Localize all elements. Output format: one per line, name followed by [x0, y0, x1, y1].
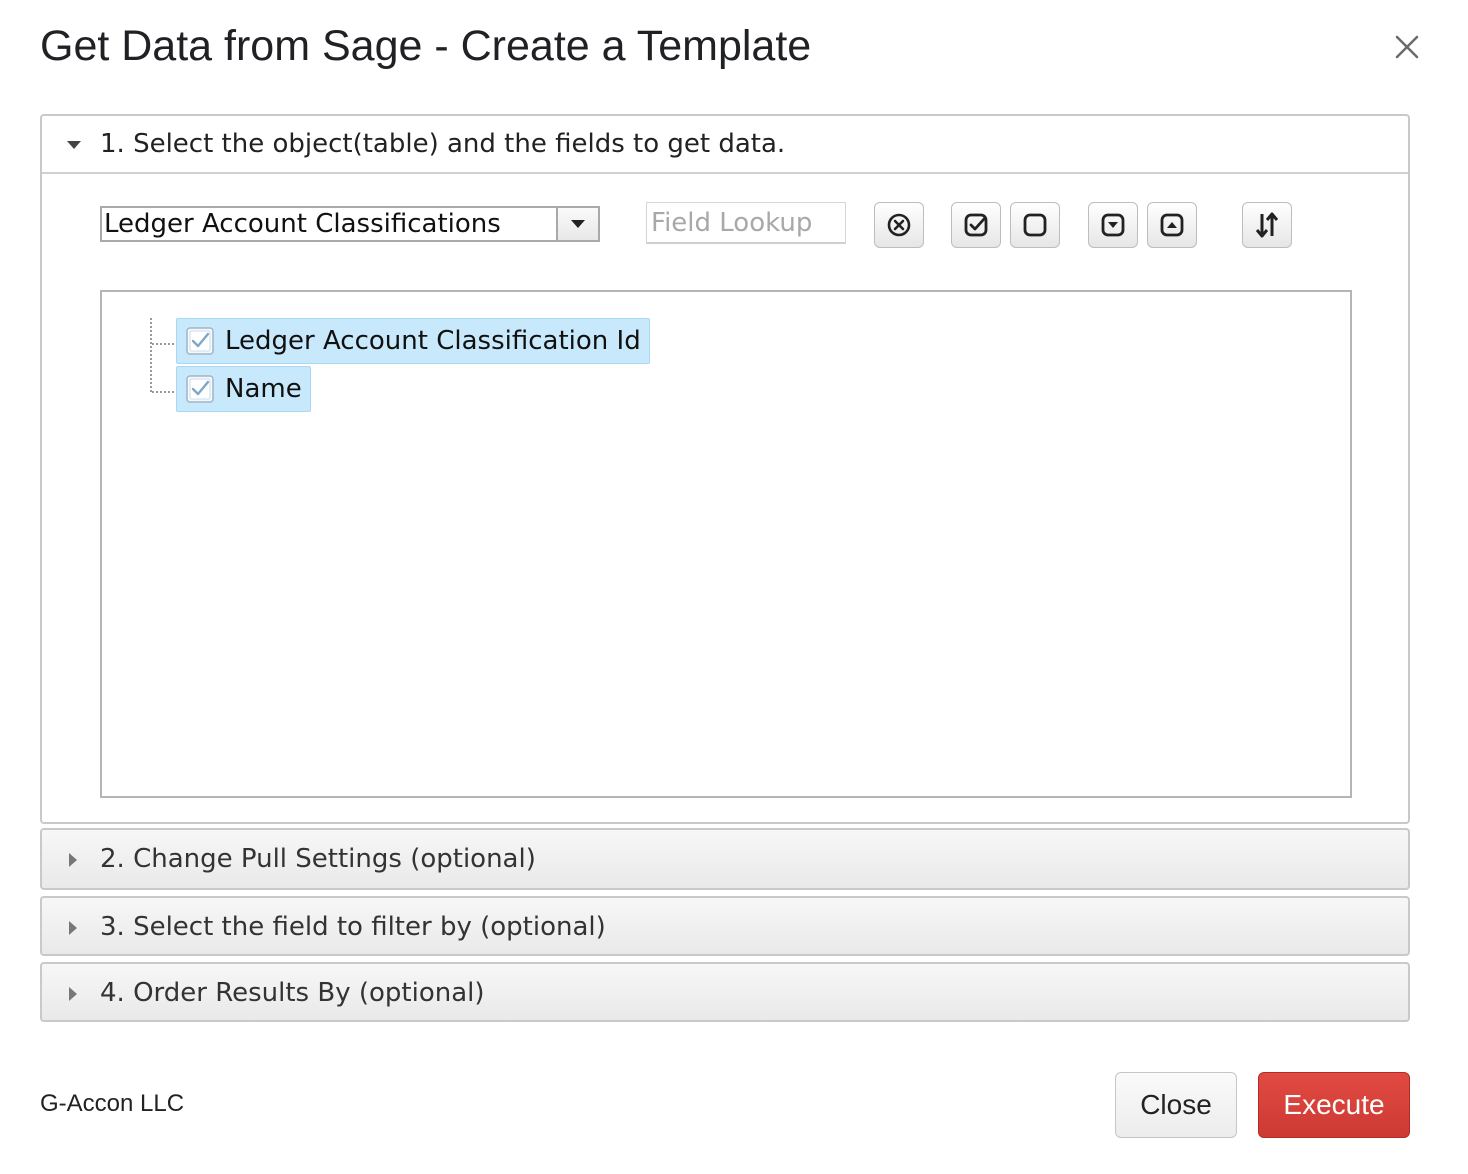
object-select-value: Ledger Account Classifications [104, 209, 501, 239]
close-icon[interactable] [1390, 30, 1424, 64]
section-pull-settings[interactable]: 2. Change Pull Settings (optional) [40, 828, 1410, 890]
check-all-button[interactable] [951, 202, 1001, 248]
tree-connector [152, 391, 178, 393]
section-label: 4. Order Results By (optional) [100, 978, 485, 1008]
tree-node-label: Ledger Account Classification Id [225, 326, 641, 356]
checkbox-checked-icon[interactable] [185, 374, 215, 404]
sort-icon [1255, 212, 1279, 238]
field-tree: Ledger Account Classification Id Name [100, 290, 1352, 798]
dialog-title: Get Data from Sage - Create a Template [40, 22, 812, 70]
collapse-all-button[interactable] [1147, 202, 1197, 248]
section-order-results[interactable]: 4. Order Results By (optional) [40, 962, 1410, 1022]
caret-right-icon [69, 987, 77, 1001]
caret-down-icon [67, 141, 81, 149]
tree-node-name[interactable]: Name [176, 366, 311, 412]
section-header-3[interactable]: 3. Select the field to filter by (option… [42, 898, 1408, 956]
uncheck-all-button[interactable] [1010, 202, 1060, 248]
caret-right-icon [69, 853, 77, 867]
execute-button[interactable]: Execute [1258, 1072, 1410, 1138]
field-lookup-input[interactable] [646, 202, 846, 244]
section-header-4[interactable]: 4. Order Results By (optional) [42, 964, 1408, 1022]
tree-connector [150, 318, 152, 392]
sort-button[interactable] [1242, 202, 1292, 248]
collapse-icon [1160, 213, 1184, 237]
section-label: 1. Select the object(table) and the fiel… [100, 129, 786, 159]
uncheck-all-icon [1023, 213, 1047, 237]
check-all-icon [964, 213, 988, 237]
clear-button[interactable] [874, 202, 924, 248]
section-header-1[interactable]: 1. Select the object(table) and the fiel… [42, 116, 1408, 174]
company-name: G-Accon LLC [40, 1090, 185, 1117]
clear-icon [887, 213, 911, 237]
expand-all-button[interactable] [1088, 202, 1138, 248]
section-select-object: 1. Select the object(table) and the fiel… [40, 114, 1410, 824]
object-select[interactable]: Ledger Account Classifications [100, 206, 600, 242]
caret-right-icon [69, 921, 77, 935]
dropdown-arrow-icon[interactable] [556, 208, 598, 240]
tree-node-ledger-account-classification-id[interactable]: Ledger Account Classification Id [176, 318, 650, 364]
checkbox-checked-icon[interactable] [185, 326, 215, 356]
expand-icon [1101, 213, 1125, 237]
close-button[interactable]: Close [1115, 1072, 1237, 1138]
section-filter[interactable]: 3. Select the field to filter by (option… [40, 896, 1410, 956]
section-label: 2. Change Pull Settings (optional) [100, 844, 536, 874]
tree-connector [152, 343, 178, 345]
section-header-2[interactable]: 2. Change Pull Settings (optional) [42, 830, 1408, 888]
tree-node-label: Name [225, 374, 302, 404]
section-label: 3. Select the field to filter by (option… [100, 912, 606, 942]
